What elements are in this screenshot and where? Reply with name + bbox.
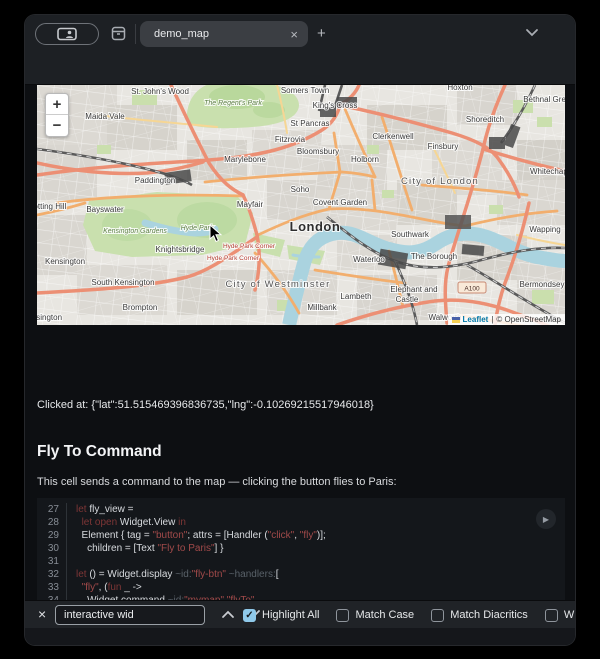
map-label: City of London [401, 176, 479, 187]
map-label: Soho [291, 185, 310, 194]
map-label: Paddington [135, 176, 175, 185]
road-ref-badge: A100 [458, 282, 486, 293]
road-ref-label: A100 [464, 286, 480, 293]
map-label: South Kensington [91, 278, 154, 287]
map-label: Clerkenwell [372, 132, 414, 141]
code-line: 32let () = Widget.display ~id:"fly-btn" … [37, 568, 565, 581]
find-option-match-diacritics[interactable]: Match Diacritics [431, 609, 528, 622]
tab-separator [135, 24, 136, 44]
map-label: City of Westminster [226, 279, 331, 290]
find-previous-icon[interactable] [221, 609, 235, 619]
section-description: This cell sends a command to the map — c… [37, 476, 397, 488]
map-label: Kensington [45, 257, 85, 266]
find-input[interactable] [55, 605, 205, 625]
screen: demo_map × + ← → ↻ Not Secure http://not… [0, 0, 600, 659]
code-line: 28 let open Widget.View in [37, 516, 565, 529]
map-label: Hyde Park Corner [207, 255, 260, 262]
map-label: Notting Hill [37, 202, 67, 211]
map-label: Southwark [391, 230, 430, 239]
map-label: Finsbury [428, 142, 459, 151]
map-label: Bayswater [86, 205, 124, 214]
map-label: Bloomsbury [297, 147, 339, 156]
map-label: Marylebone [224, 155, 266, 164]
map-tiles: A100 St. John's Wood Maida Vale The Regent… [37, 85, 565, 325]
flag-icon [452, 317, 460, 323]
clicked-coordinates-text: Clicked at: {"lat":51.515469396836735,"l… [37, 399, 374, 411]
browser-window: demo_map × + ← → ↻ Not Secure http://not… [25, 15, 575, 645]
map-label: The Borough [411, 252, 457, 261]
map-label: Maida Vale [85, 112, 125, 121]
new-tab-button[interactable]: + [317, 25, 326, 42]
checkbox-icon[interactable] [431, 609, 444, 622]
tab-list-chevron-icon[interactable] [525, 28, 539, 37]
map-label: Fitzrovia [275, 135, 306, 144]
map-label: Hoxton [447, 85, 472, 92]
code-line: 31 [37, 555, 565, 568]
leaflet-link[interactable]: Leaflet [463, 315, 489, 324]
map-label: Whitechapel [530, 167, 565, 176]
find-option-label: Match Diacritics [450, 609, 528, 621]
attribution-separator: | [491, 315, 493, 324]
map-label: London [290, 219, 341, 234]
find-bar: × ✓ Highlight All Match Case Match Diacriti… [25, 600, 575, 628]
map-label: Kensington [37, 313, 62, 322]
map-label: St. John's Wood [131, 87, 189, 96]
map-label: Castle [396, 295, 419, 304]
find-option-highlight-all[interactable]: ✓ Highlight All [243, 609, 319, 622]
map-label: Waterloo [353, 255, 385, 264]
page-content: A100 St. John's Wood Maida Vale The Regent… [25, 85, 575, 600]
map-label: Elephant and [390, 285, 437, 294]
code-line: 27let fly_view = [37, 503, 565, 516]
map-label: Covent Garden [313, 198, 367, 207]
map-label: Lambeth [340, 292, 371, 301]
checkbox-checked-icon[interactable]: ✓ [243, 609, 256, 622]
code-line: 33 "fly", (fun _ -> [37, 581, 565, 594]
map-zoom-control: + − [45, 93, 69, 137]
osm-link[interactable]: © OpenStreetMap [496, 315, 561, 324]
map-label: Bethnal Green [523, 95, 565, 104]
find-option-label: Whole Words [564, 609, 575, 621]
map-label: Millbank [307, 303, 337, 312]
map-label: Somers Town [281, 86, 329, 95]
tab-demo-map[interactable]: demo_map × [140, 21, 308, 47]
map-label: Bermondsey [520, 280, 565, 289]
map-label: King's Cross [313, 101, 358, 110]
mouse-cursor [209, 224, 223, 243]
checkbox-icon[interactable] [545, 609, 558, 622]
checkbox-icon[interactable] [336, 609, 349, 622]
screen-share-button[interactable] [35, 23, 99, 45]
tab-title: demo_map [150, 28, 290, 40]
archive-box-icon[interactable] [111, 26, 126, 41]
play-icon: ▶ [543, 515, 549, 524]
zoom-out-button[interactable]: − [46, 115, 68, 136]
map-attribution: Leaflet | © OpenStreetMap [448, 314, 565, 325]
find-option-label: Match Case [355, 609, 414, 621]
find-option-label: Highlight All [262, 609, 319, 621]
section-heading: Fly To Command [37, 443, 162, 461]
code-line: 30 children = [Text "Fly to Paris"] } [37, 542, 565, 555]
navigation-toolbar: ← → ↻ Not Secure http://notorious2:8080/… [25, 52, 575, 85]
map-label: Kensington Gardens [103, 228, 167, 235]
map-label: St Pancras [290, 119, 329, 128]
map-label: Brompton [123, 303, 158, 312]
map-label: Hyde Park Corner [223, 243, 276, 250]
findbar-close-icon[interactable]: × [38, 606, 46, 622]
map-label: Mayfair [237, 200, 264, 209]
find-options: ✓ Highlight All Match Case Match Diacritics… [243, 601, 575, 628]
leaflet-map[interactable]: A100 St. John's Wood Maida Vale The Regent… [37, 85, 565, 325]
tab-close-icon[interactable]: × [290, 27, 298, 42]
map-label: Knightsbridge [156, 245, 205, 254]
window-bottom-edge [25, 628, 575, 645]
zoom-in-button[interactable]: + [46, 94, 68, 115]
screen-share-icon [56, 27, 78, 41]
find-option-whole-words[interactable]: Whole Words [545, 609, 575, 622]
map-label: Shoreditch [466, 115, 504, 124]
map-label: Wapping [529, 225, 560, 234]
tab-bar: demo_map × + [25, 15, 575, 52]
code-line: 29 Element { tag = "button"; attrs = [Ha… [37, 529, 565, 542]
map-label: The Regent's Park [204, 100, 262, 107]
find-option-match-case[interactable]: Match Case [336, 609, 414, 622]
map-label: Holborn [351, 155, 379, 164]
run-cell-button[interactable]: ▶ [536, 509, 556, 529]
